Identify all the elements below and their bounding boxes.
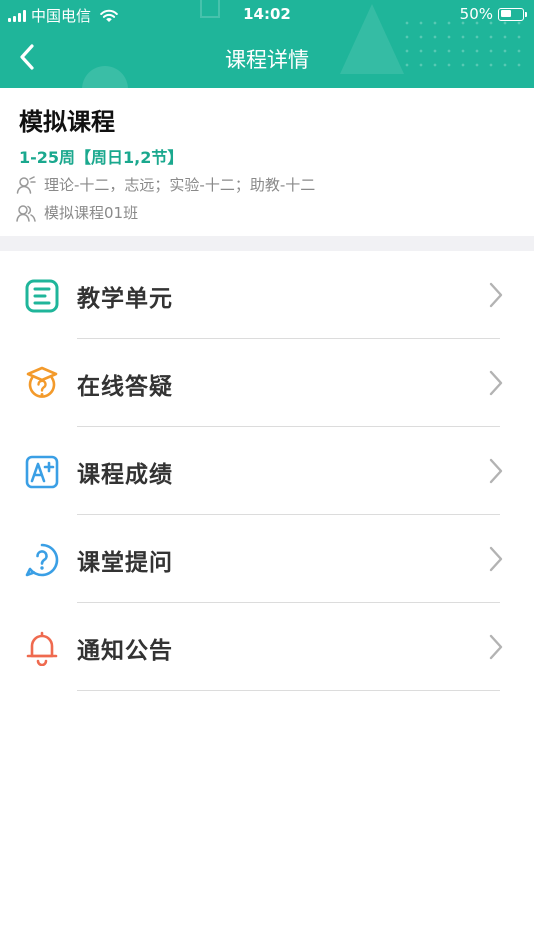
battery-icon (498, 7, 527, 21)
teacher-icon (16, 175, 36, 194)
bell-icon (26, 631, 58, 666)
status-time: 14:02 (243, 5, 291, 23)
class-group-icon (16, 204, 36, 222)
class-name-text: 模拟课程01班 (44, 204, 139, 222)
row-divider (77, 690, 500, 691)
course-schedule: 1-25周【周日1,2节】 (19, 148, 184, 167)
course-info-card: 模拟课程 1-25周【周日1,2节】 理论-十二，志远；实验-十二；助教-十二 … (0, 88, 534, 236)
teachers-text: 理论-十二，志远；实验-十二；助教-十二 (44, 176, 316, 194)
chevron-right-icon (489, 634, 503, 660)
menu-item-teaching-unit[interactable]: 教学单元 (0, 251, 534, 339)
status-bar: 中国电信 14:02 50% (0, 0, 534, 28)
battery-level (500, 10, 511, 17)
online-qa-icon (26, 366, 58, 398)
course-menu: 教学单元 在线答疑 课程成绩 课堂提问 通知公告 (0, 251, 534, 691)
question-icon (25, 543, 59, 577)
teaching-unit-icon (25, 279, 59, 313)
course-name: 模拟课程 (19, 108, 115, 136)
chevron-right-icon (489, 458, 503, 484)
menu-item-label: 课程成绩 (77, 462, 173, 488)
class-row: 模拟课程01班 (16, 202, 138, 223)
chevron-right-icon (489, 546, 503, 572)
status-right: 50% (459, 5, 527, 23)
menu-item-label: 教学单元 (77, 286, 173, 312)
menu-item-label: 课堂提问 (77, 550, 173, 576)
menu-item-online-qa[interactable]: 在线答疑 (0, 339, 534, 427)
menu-item-label: 通知公告 (77, 638, 173, 664)
page-title: 课程详情 (225, 48, 309, 72)
chevron-right-icon (489, 282, 503, 308)
teachers-row: 理论-十二，志远；实验-十二；助教-十二 (16, 174, 315, 195)
menu-item-label: 在线答疑 (77, 374, 173, 400)
menu-item-notice[interactable]: 通知公告 (0, 603, 534, 691)
menu-item-class-question[interactable]: 课堂提问 (0, 515, 534, 603)
battery-percent: 50% (459, 5, 493, 23)
menu-item-course-grade[interactable]: 课程成绩 (0, 427, 534, 515)
grade-icon (25, 455, 59, 489)
section-divider (0, 236, 534, 251)
chevron-right-icon (489, 370, 503, 396)
header-bar: 中国电信 14:02 50% 课程详情 (0, 0, 534, 88)
